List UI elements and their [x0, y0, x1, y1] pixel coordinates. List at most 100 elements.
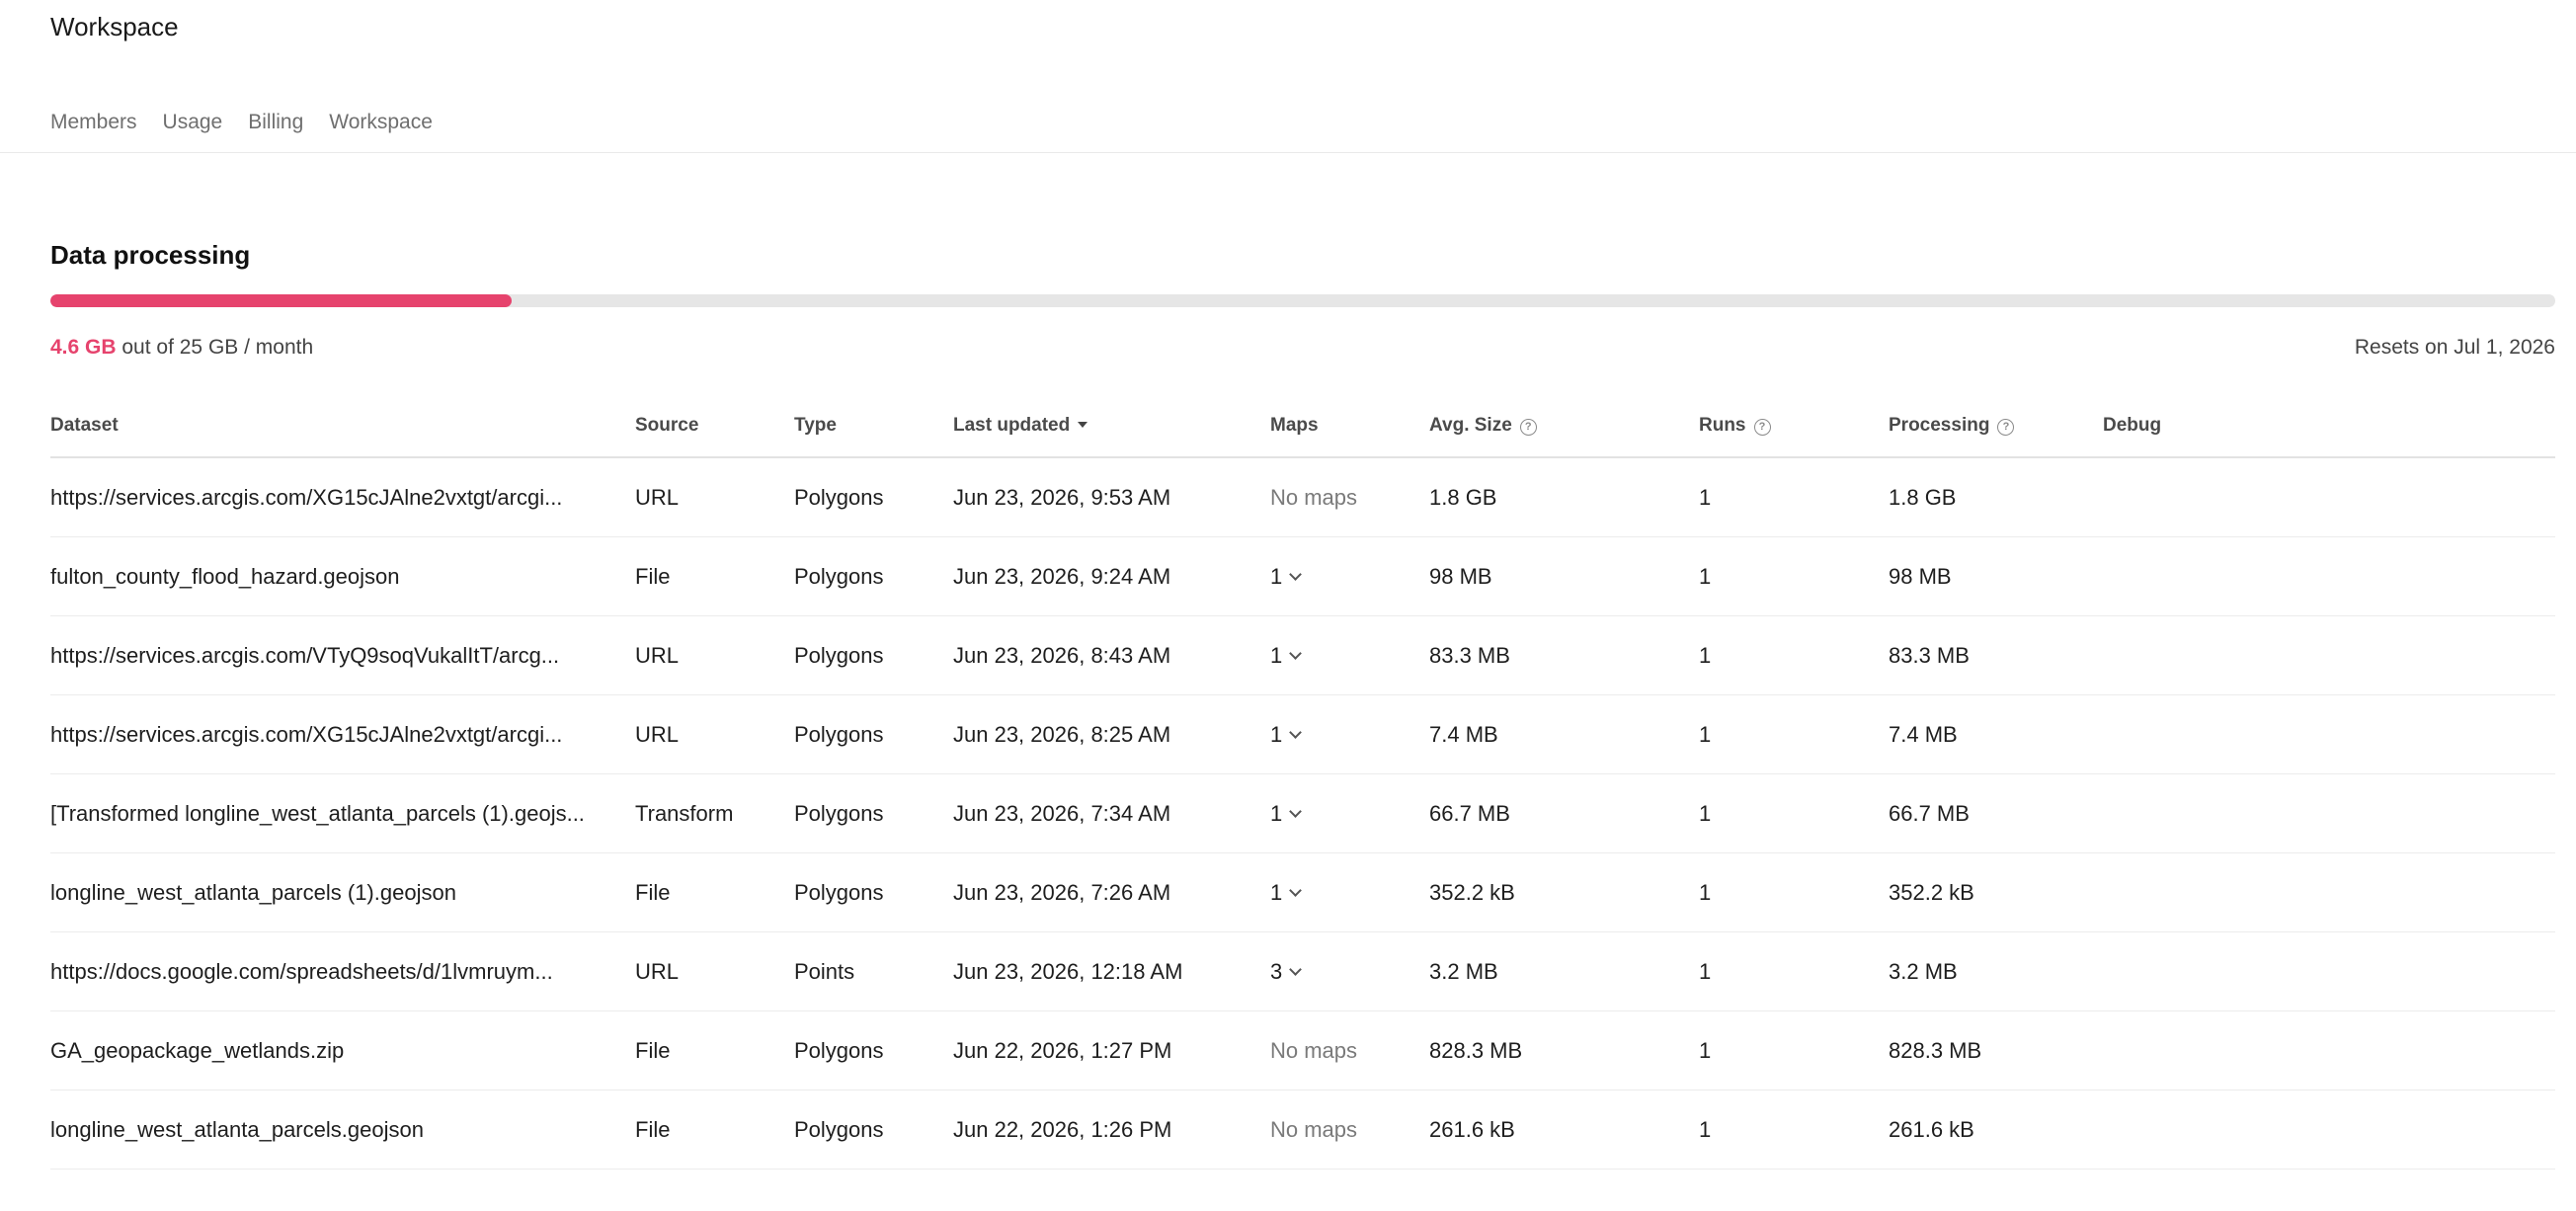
- dataset-type: Polygons: [794, 1090, 953, 1170]
- dataset-processing: 1.8 GB: [1889, 457, 2103, 537]
- dataset-type: Polygons: [794, 457, 953, 537]
- dataset-processing: 828.3 MB: [1889, 1010, 2103, 1090]
- maps-dropdown[interactable]: 1: [1270, 642, 1303, 668]
- dataset-maps: 1: [1270, 852, 1429, 932]
- maps-dropdown[interactable]: 1: [1270, 800, 1303, 826]
- dataset-name: https://services.arcgis.com/XG15cJAlne2v…: [50, 457, 635, 537]
- dataset-maps: No maps: [1270, 1010, 1429, 1090]
- reset-date: Resets on Jul 1, 2026: [2354, 336, 2555, 359]
- dataset-processing: 98 MB: [1889, 536, 2103, 616]
- dataset-name: https://docs.google.com/spreadsheets/d/1…: [50, 931, 635, 1011]
- chevron-down-icon: [1289, 804, 1303, 818]
- dataset-debug: [2103, 694, 2555, 774]
- dataset-maps: 3: [1270, 931, 1429, 1011]
- dataset-last-updated: Jun 23, 2026, 12:18 AM: [953, 931, 1270, 1011]
- tab-usage[interactable]: Usage: [163, 111, 223, 134]
- page-title: Workspace: [50, 12, 179, 41]
- dataset-source: URL: [635, 615, 794, 695]
- column-header-last-updated[interactable]: Last updated: [953, 395, 1270, 458]
- dataset-runs: 1: [1699, 457, 1889, 537]
- column-header-maps: Maps: [1270, 395, 1429, 458]
- help-icon[interactable]: ?: [1753, 419, 1771, 436]
- dataset-last-updated: Jun 23, 2026, 7:34 AM: [953, 773, 1270, 853]
- dataset-debug: [2103, 773, 2555, 853]
- dataset-runs: 1: [1699, 694, 1889, 774]
- dataset-avg-size: 66.7 MB: [1429, 773, 1699, 853]
- dataset-type: Points: [794, 931, 953, 1011]
- dataset-last-updated: Jun 23, 2026, 9:24 AM: [953, 536, 1270, 616]
- dataset-source: File: [635, 1090, 794, 1170]
- usage-summary: 4.6 GB out of 25 GB / month: [50, 336, 313, 360]
- dataset-avg-size: 83.3 MB: [1429, 615, 1699, 695]
- dataset-debug: [2103, 615, 2555, 695]
- dataset-avg-size: 828.3 MB: [1429, 1010, 1699, 1090]
- maps-count: 1: [1270, 879, 1283, 905]
- column-header-avg-size: Avg. Size?: [1429, 395, 1699, 458]
- maps-count: 1: [1270, 642, 1283, 668]
- tab-workspace[interactable]: Workspace: [329, 111, 433, 134]
- table-row[interactable]: https://services.arcgis.com/XG15cJAlne2v…: [50, 694, 2555, 774]
- dataset-source: File: [635, 536, 794, 616]
- dataset-type: Polygons: [794, 773, 953, 853]
- table-row[interactable]: longline_west_atlanta_parcels (1).geojso…: [50, 852, 2555, 932]
- usage-limit-text: out of 25 GB / month: [121, 336, 314, 359]
- dataset-source: URL: [635, 694, 794, 774]
- tab-billing[interactable]: Billing: [248, 111, 303, 134]
- dataset-source: Transform: [635, 773, 794, 853]
- settings-tabs: Members Usage Billing Workspace: [50, 111, 433, 134]
- dataset-name: longline_west_atlanta_parcels.geojson: [50, 1090, 635, 1170]
- column-header-debug: Debug: [2103, 395, 2555, 458]
- dataset-debug: [2103, 1010, 2555, 1090]
- maps-dropdown[interactable]: 1: [1270, 563, 1303, 589]
- dataset-avg-size: 3.2 MB: [1429, 931, 1699, 1011]
- table-row[interactable]: fulton_county_flood_hazard.geojson File Po…: [50, 536, 2555, 616]
- dataset-source: URL: [635, 931, 794, 1011]
- dataset-maps: 1: [1270, 615, 1429, 695]
- dataset-type: Polygons: [794, 1010, 953, 1090]
- dataset-processing: 66.7 MB: [1889, 773, 2103, 853]
- dataset-name: https://services.arcgis.com/VTyQ9soqVuka…: [50, 615, 635, 695]
- table-header-row: Dataset Source Type Last updated Maps Av…: [50, 395, 2555, 458]
- maps-count: 1: [1270, 721, 1283, 747]
- table-row[interactable]: https://services.arcgis.com/VTyQ9soqVuka…: [50, 615, 2555, 695]
- table-row[interactable]: https://services.arcgis.com/XG15cJAlne2v…: [50, 457, 2555, 537]
- dataset-maps: No maps: [1270, 457, 1429, 537]
- dataset-avg-size: 98 MB: [1429, 536, 1699, 616]
- dataset-name: https://services.arcgis.com/XG15cJAlne2v…: [50, 694, 635, 774]
- maps-dropdown[interactable]: 1: [1270, 879, 1303, 905]
- dataset-runs: 1: [1699, 852, 1889, 932]
- table-row[interactable]: GA_geopackage_wetlands.zip File Polygons Ju…: [50, 1010, 2555, 1090]
- dataset-maps: No maps: [1270, 1090, 1429, 1170]
- maps-count: 3: [1270, 958, 1283, 984]
- usage-progress-fill: [50, 294, 512, 307]
- dataset-name: fulton_county_flood_hazard.geojson: [50, 536, 635, 616]
- table-row[interactable]: https://docs.google.com/spreadsheets/d/1…: [50, 931, 2555, 1011]
- dataset-processing: 7.4 MB: [1889, 694, 2103, 774]
- help-icon[interactable]: ?: [1997, 419, 2015, 436]
- chevron-down-icon: [1289, 883, 1303, 897]
- dataset-name: [Transformed longline_west_atlanta_parce…: [50, 773, 635, 853]
- dataset-source: URL: [635, 457, 794, 537]
- maps-count: 1: [1270, 563, 1283, 589]
- dataset-debug: [2103, 1090, 2555, 1170]
- table-row[interactable]: [Transformed longline_west_atlanta_parce…: [50, 773, 2555, 853]
- dataset-debug: [2103, 852, 2555, 932]
- help-icon[interactable]: ?: [1519, 419, 1537, 436]
- maps-count: 1: [1270, 800, 1283, 826]
- column-header-dataset: Dataset: [50, 395, 635, 458]
- maps-dropdown[interactable]: 1: [1270, 721, 1303, 747]
- dataset-processing: 3.2 MB: [1889, 931, 2103, 1011]
- dataset-last-updated: Jun 23, 2026, 9:53 AM: [953, 457, 1270, 537]
- dataset-runs: 1: [1699, 931, 1889, 1011]
- dataset-runs: 1: [1699, 1010, 1889, 1090]
- chevron-down-icon: [1289, 646, 1303, 660]
- column-header-source: Source: [635, 395, 794, 458]
- dataset-last-updated: Jun 22, 2026, 1:26 PM: [953, 1090, 1270, 1170]
- tab-members[interactable]: Members: [50, 111, 137, 134]
- table-row[interactable]: longline_west_atlanta_parcels.geojson Fil…: [50, 1090, 2555, 1170]
- column-header-processing: Processing?: [1889, 395, 2103, 458]
- dataset-source: File: [635, 852, 794, 932]
- column-header-runs: Runs?: [1699, 395, 1889, 458]
- maps-dropdown[interactable]: 3: [1270, 958, 1303, 984]
- dataset-processing: 83.3 MB: [1889, 615, 2103, 695]
